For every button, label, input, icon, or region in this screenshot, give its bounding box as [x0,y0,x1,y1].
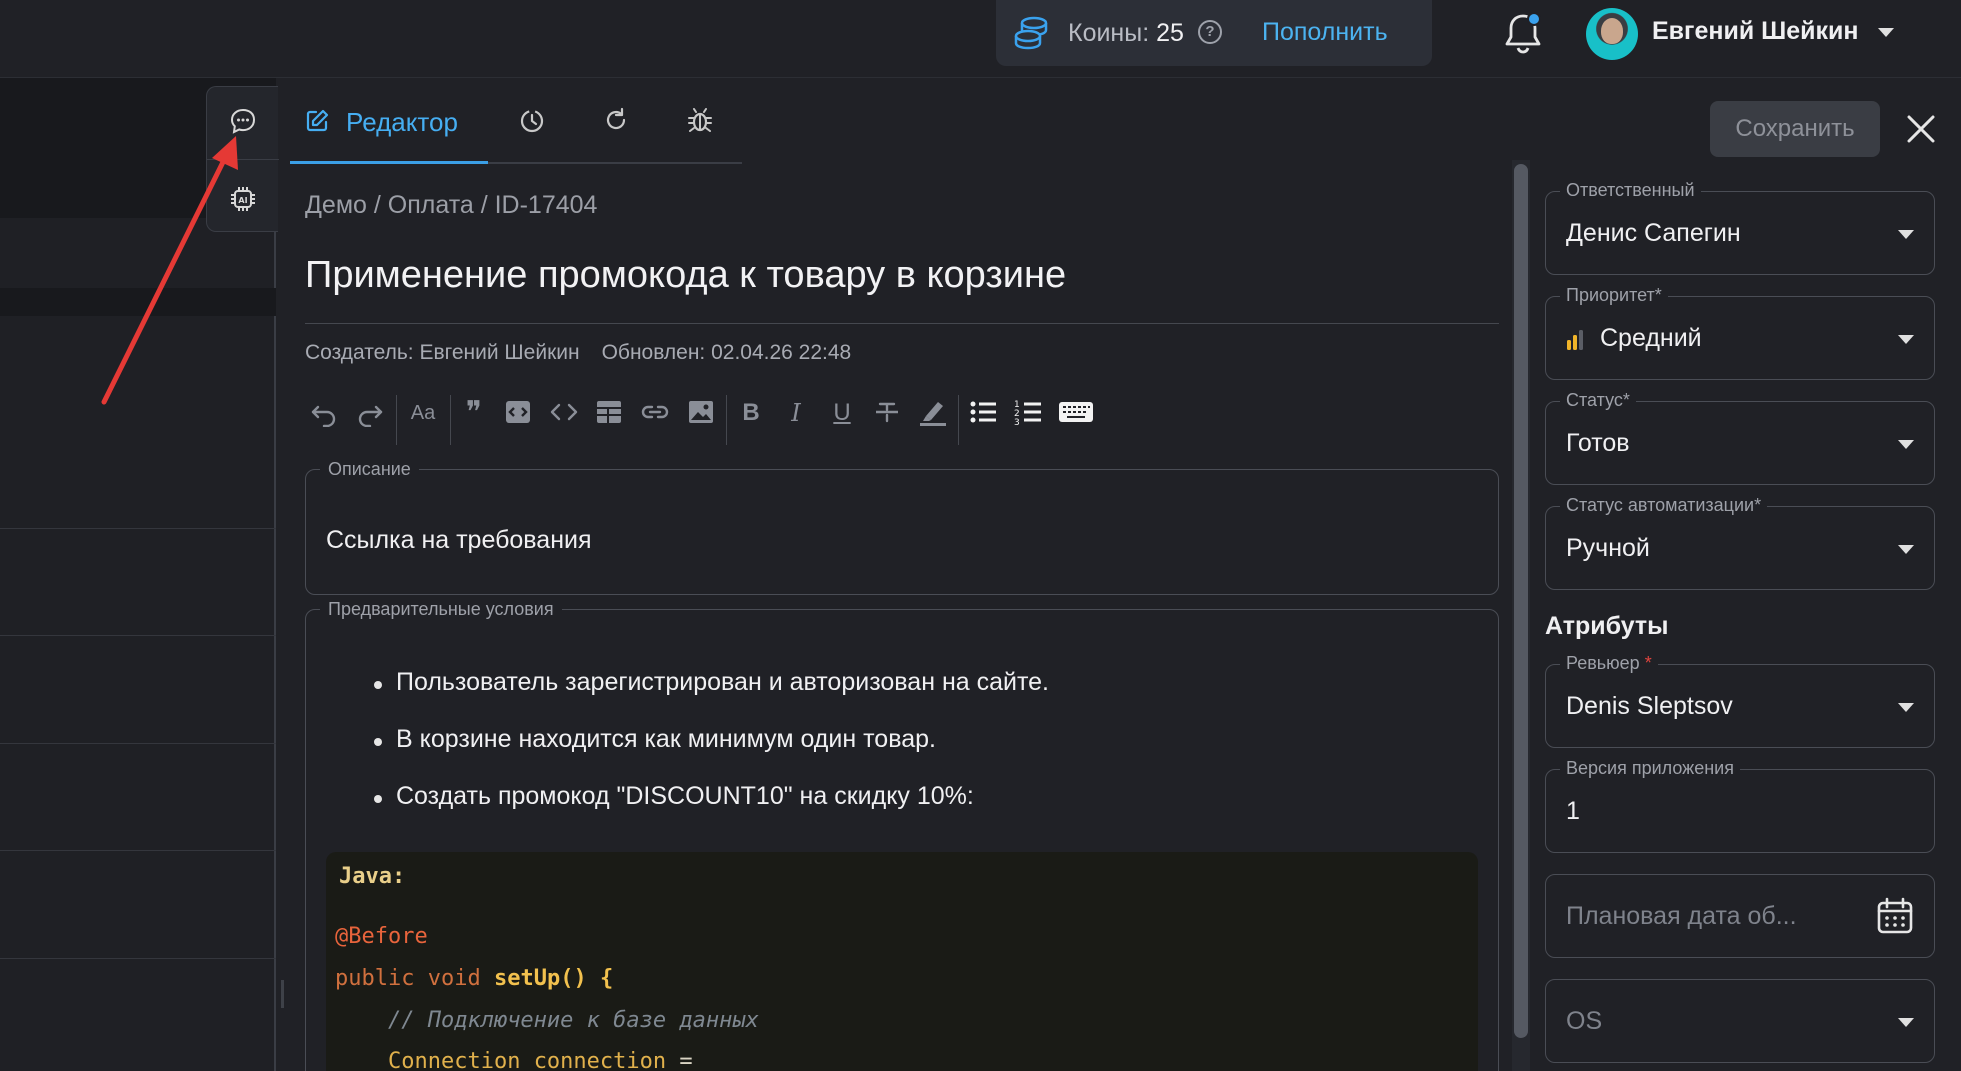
breadcrumb: Демо / Оплата / ID-17404 [305,191,598,219]
chevron-down-icon [1898,440,1914,449]
coins-widget: Коины: 25 ? Пополнить [996,0,1432,66]
code-line: Connection connection = [387,1049,693,1071]
inline-code-icon[interactable] [548,397,580,429]
chevron-down-icon[interactable] [1878,28,1894,37]
code-language: Java: [339,864,406,889]
preconditions-list: Пользователь зарегистрирован и авторизов… [374,668,1049,839]
strikethrough-icon[interactable] [871,397,903,429]
table-icon[interactable] [593,397,625,429]
os-placeholder: OS [1566,1007,1603,1035]
priority-value: Средний [1600,324,1702,352]
description-text: Ссылка на требования [326,526,592,554]
app-version-value: 1 [1566,797,1580,825]
list-item: Пользователь зарегистрирован и авторизов… [374,668,1049,696]
history-icon[interactable] [518,106,546,134]
tab-editor-label: Редактор [346,107,458,137]
help-icon[interactable]: ? [1198,20,1222,44]
numbered-list-icon[interactable]: 123 [1012,397,1044,429]
creator-text: Создатель: Евгений Шейкин [305,341,580,364]
chevron-down-icon [1898,335,1914,344]
image-icon[interactable] [685,397,717,429]
calendar-icon[interactable] [1876,897,1914,935]
status-value: Готов [1566,429,1630,457]
list-item: В корзине находится как минимум один тов… [374,725,1049,754]
code-block-icon[interactable] [502,397,534,429]
italic-icon[interactable]: I [780,397,812,429]
description-legend: Описание [328,459,411,479]
case-meta: Создатель: Евгений Шейкин Обновлен: 02.04… [305,341,851,365]
list-item: Создать промокод "DISCOUNT10" на скидку … [374,782,1049,811]
bold-icon[interactable]: B [735,397,767,429]
svg-text:AI: AI [238,196,247,205]
app-version-field[interactable]: Версия приложения 1 [1545,758,1935,853]
redo-icon[interactable] [354,397,386,429]
tab-editor[interactable]: Редактор [290,96,488,164]
updated-text: Обновлен: 02.04.26 22:48 [601,341,852,364]
code-line: @Before [335,924,428,949]
editor-toolbar: Aa ❞ B I U 123 [305,393,1105,445]
automation-status-select[interactable]: Статус автоматизации* Ручной [1545,495,1935,590]
chat-icon[interactable] [229,107,257,135]
link-icon[interactable] [639,397,671,429]
code-line: // Подключение к базе данных [387,1008,759,1033]
coins-label: Коины: 25 [1068,19,1184,47]
quote-icon[interactable]: ❞ [458,397,490,429]
edit-icon [306,109,329,132]
reviewer-label: Ревьюер * [1560,653,1658,674]
bug-icon[interactable] [686,106,714,134]
chevron-down-icon [1898,545,1914,554]
editor-tabs: Редактор [290,96,742,164]
planned-date-placeholder: Плановая дата об... [1566,902,1797,930]
page-title[interactable]: Применение промокода к товару в корзине [305,254,1066,297]
chevron-down-icon [1898,230,1914,239]
ai-chip-icon[interactable]: AI [229,185,257,213]
text-size-icon[interactable]: Aa [407,397,439,429]
user-name[interactable]: Евгений Шейкин [1652,17,1859,46]
preconditions-box[interactable]: Предварительные условия Пользователь зар… [305,599,1499,1071]
underline-icon[interactable]: U [826,397,858,429]
avatar[interactable] [1586,8,1638,60]
automation-status-label: Статус автоматизации* [1560,495,1768,516]
highlighter-icon[interactable] [917,397,949,429]
notification-dot [1527,12,1541,26]
coins-database-icon [1014,16,1048,50]
planned-date-field[interactable]: Плановая дата об... [1545,874,1935,958]
priority-label: Приоритет* [1560,285,1668,306]
status-label: Статус* [1560,390,1636,411]
chevron-down-icon [1898,703,1914,712]
preconditions-legend: Предварительные условия [328,599,554,619]
side-rail: AI [206,86,279,232]
bullet-list-icon[interactable] [967,397,999,429]
refresh-icon[interactable] [602,106,630,134]
code-line: public void setUp() { [335,966,614,991]
pane-resize-handle[interactable] [281,980,284,1008]
automation-status-value: Ручной [1566,534,1650,562]
priority-select[interactable]: Приоритет* Средний [1545,285,1935,380]
description-box[interactable]: Описание Ссылка на требования [305,459,1499,595]
chevron-down-icon [1898,1018,1914,1027]
attributes-heading: Атрибуты [1545,612,1669,640]
app-version-label: Версия приложения [1560,758,1740,779]
undo-icon[interactable] [308,397,340,429]
reviewer-select[interactable]: Ревьюер * Denis Sleptsov [1545,653,1935,748]
scrollbar-thumb[interactable] [1514,164,1528,1038]
topup-link[interactable]: Пополнить [1262,18,1388,47]
svg-text:3: 3 [1014,418,1020,427]
keyboard-icon[interactable] [1057,397,1095,429]
status-select[interactable]: Статус* Готов [1545,390,1935,485]
close-icon[interactable] [1904,112,1938,146]
assignee-value: Денис Сапегин [1566,219,1741,247]
priority-medium-icon [1567,330,1583,350]
top-bar: Коины: 25 ? Пополнить Евгений Шейкин [0,0,1961,78]
coins-count: 25 [1156,19,1184,47]
save-button[interactable]: Сохранить [1710,101,1880,157]
os-select[interactable]: OS [1545,979,1935,1063]
assignee-label: Ответственный [1560,180,1701,201]
code-block[interactable]: Java: @Before public void setUp() { // П… [326,852,1478,1071]
assignee-select[interactable]: Ответственный Денис Сапегин [1545,180,1935,275]
reviewer-value: Denis Sleptsov [1566,692,1733,720]
